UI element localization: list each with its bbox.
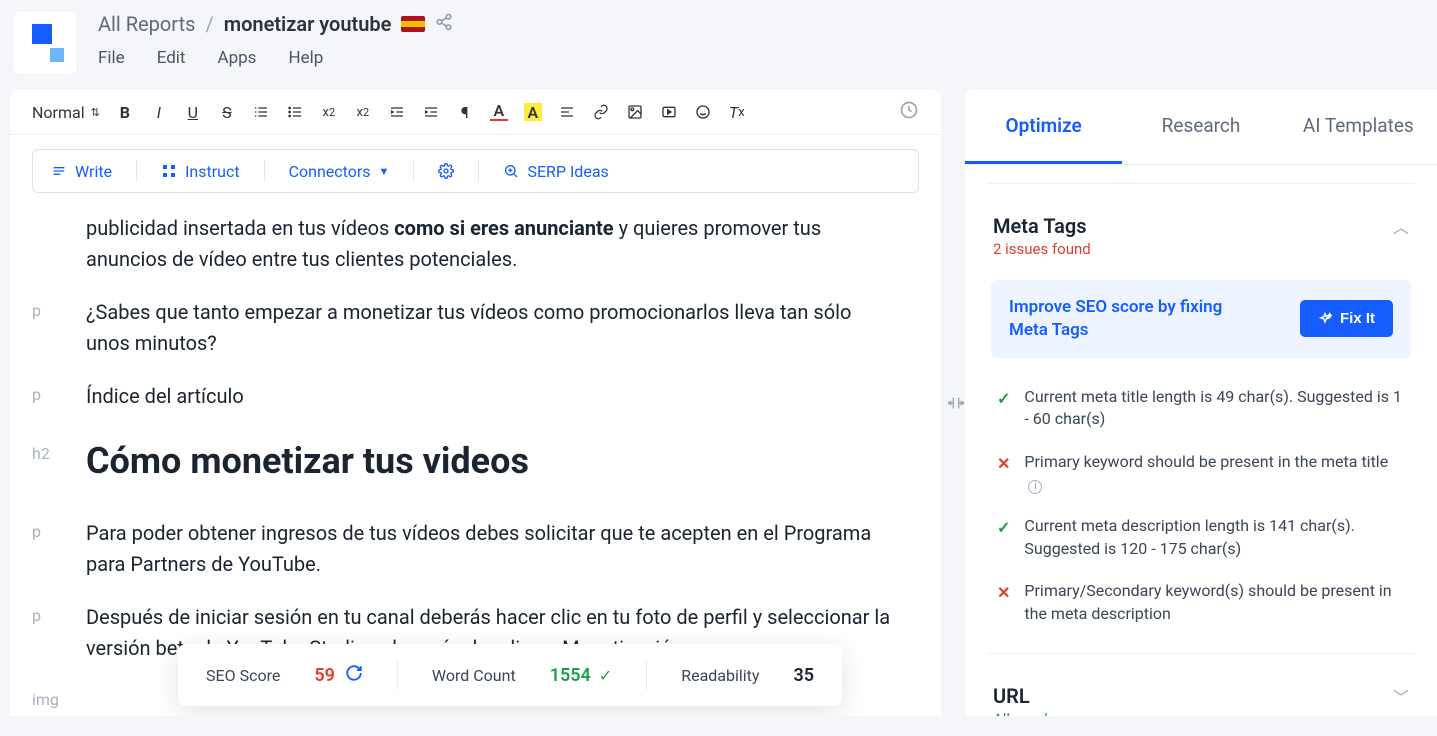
text-color-icon[interactable]: A <box>490 103 508 121</box>
bold-icon[interactable]: B <box>116 103 134 121</box>
check-ok-icon: ✓ <box>997 386 1010 431</box>
underline-icon[interactable]: U <box>184 103 202 121</box>
indent-icon[interactable] <box>422 103 440 121</box>
history-icon[interactable] <box>899 100 919 124</box>
ai-connectors-button[interactable]: Connectors ▼ <box>289 162 390 181</box>
paragraph[interactable]: Índice del artículo <box>86 381 244 412</box>
editor-panel: Normal ⇅ B I U S x2 x2 ¶ A A Tx Wri <box>10 90 941 716</box>
seo-score-value: 59 <box>314 665 335 686</box>
section-issues: 2 issues found <box>993 240 1091 258</box>
block-tag: p <box>32 602 86 664</box>
ai-instruct-button[interactable]: Instruct <box>161 162 240 181</box>
direction-icon[interactable]: ¶ <box>456 103 474 121</box>
strike-icon[interactable]: S <box>218 103 236 121</box>
ordered-list-icon[interactable] <box>252 103 270 121</box>
check-item: ✕ Primary/Secondary keyword(s) should be… <box>991 570 1411 635</box>
tab-ai-templates[interactable]: AI Templates <box>1280 90 1437 164</box>
refresh-icon[interactable] <box>345 664 363 686</box>
app-logo <box>14 12 76 74</box>
readability-label: Readability <box>681 666 759 685</box>
format-toolbar: Normal ⇅ B I U S x2 x2 ¶ A A Tx <box>10 90 941 135</box>
image-icon[interactable] <box>626 103 644 121</box>
tab-research[interactable]: Research <box>1122 90 1279 164</box>
outdent-icon[interactable] <box>388 103 406 121</box>
panel-resize-handle[interactable] <box>947 90 965 716</box>
menu-help[interactable]: Help <box>288 48 323 68</box>
status-bar: SEO Score 59 Word Count 1554 ✓ Readabili… <box>178 644 842 706</box>
ai-settings-icon[interactable] <box>438 163 454 179</box>
chevron-down-icon: ﹀ <box>1393 684 1409 708</box>
highlight-icon[interactable]: A <box>524 103 542 121</box>
side-tabs: Optimize Research AI Templates <box>965 90 1437 165</box>
seo-score-label: SEO Score <box>206 666 280 685</box>
app-header: All Reports / monetizar youtube File Edi… <box>0 0 1437 74</box>
check-item: ✓ Current meta title length is 49 char(s… <box>991 376 1411 441</box>
check-icon: ✓ <box>599 666 612 685</box>
fix-suggestion-card: Improve SEO score by fixing Meta Tags Fi… <box>991 280 1411 358</box>
tab-optimize[interactable]: Optimize <box>965 90 1122 164</box>
section-title: Meta Tags <box>993 214 1091 238</box>
document-body[interactable]: publicidad insertada en tus vídeos como … <box>10 193 941 716</box>
paragraph[interactable]: Para poder obtener ingresos de tus vídeo… <box>86 518 896 580</box>
ai-write-button[interactable]: Write <box>51 162 112 181</box>
fix-it-button[interactable]: Fix It <box>1300 300 1393 337</box>
italic-icon[interactable]: I <box>150 103 168 121</box>
emoji-icon[interactable] <box>694 103 712 121</box>
locale-flag-icon[interactable] <box>401 16 425 32</box>
paragraph[interactable]: ¿Sabes que tanto empezar a monetizar tus… <box>86 297 896 359</box>
check-list: ✓ Current meta title length is 49 char(s… <box>991 376 1411 635</box>
video-icon[interactable] <box>660 103 678 121</box>
block-tag: p <box>32 381 86 412</box>
link-icon[interactable] <box>592 103 610 121</box>
subscript-icon[interactable]: x2 <box>320 103 338 121</box>
info-icon[interactable]: i <box>1028 480 1042 494</box>
breadcrumb: All Reports / monetizar youtube <box>98 12 453 36</box>
block-format-select[interactable]: Normal ⇅ <box>32 103 100 122</box>
section-meta-tags[interactable]: Meta Tags 2 issues found ︿ <box>991 202 1411 270</box>
menu-edit[interactable]: Edit <box>157 48 186 68</box>
ai-serp-button[interactable]: SERP Ideas <box>503 162 608 181</box>
check-fail-icon: ✕ <box>997 580 1010 625</box>
check-fail-icon: ✕ <box>997 451 1010 496</box>
readability-value: 35 <box>793 665 814 686</box>
breadcrumb-root[interactable]: All Reports <box>98 12 195 36</box>
heading-2[interactable]: Cómo monetizar tus videos <box>86 434 529 490</box>
word-count-value: 1554 <box>550 665 591 686</box>
section-url[interactable]: URL All good ﹀ <box>991 672 1411 716</box>
check-ok-icon: ✓ <box>997 515 1010 560</box>
check-item: ✕ Primary keyword should be present in t… <box>991 441 1411 506</box>
menu-apps[interactable]: Apps <box>217 48 256 68</box>
superscript-icon[interactable]: x2 <box>354 103 372 121</box>
menu-file[interactable]: File <box>98 48 125 68</box>
share-icon[interactable] <box>435 12 453 36</box>
clear-format-icon[interactable]: Tx <box>728 103 746 121</box>
align-icon[interactable] <box>558 103 576 121</box>
side-panel: Optimize Research AI Templates Meta Tags… <box>965 90 1437 716</box>
chevron-up-icon: ︿ <box>1393 214 1409 238</box>
block-tag: h2 <box>32 434 86 490</box>
word-count-label: Word Count <box>432 666 516 685</box>
block-tag: p <box>32 297 86 359</box>
block-tag: p <box>32 518 86 580</box>
unordered-list-icon[interactable] <box>286 103 304 121</box>
section-title: URL <box>993 684 1048 708</box>
section-status: All good <box>993 710 1048 716</box>
breadcrumb-current: monetizar youtube <box>224 12 392 36</box>
fix-title: Improve SEO score by fixing Meta Tags <box>1009 296 1229 342</box>
block-tag: img <box>32 686 86 709</box>
ai-toolbar: Write Instruct Connectors ▼ SERP Ideas <box>32 149 919 193</box>
check-item: ✓ Current meta description length is 141… <box>991 505 1411 570</box>
menu-bar: File Edit Apps Help <box>98 48 453 68</box>
